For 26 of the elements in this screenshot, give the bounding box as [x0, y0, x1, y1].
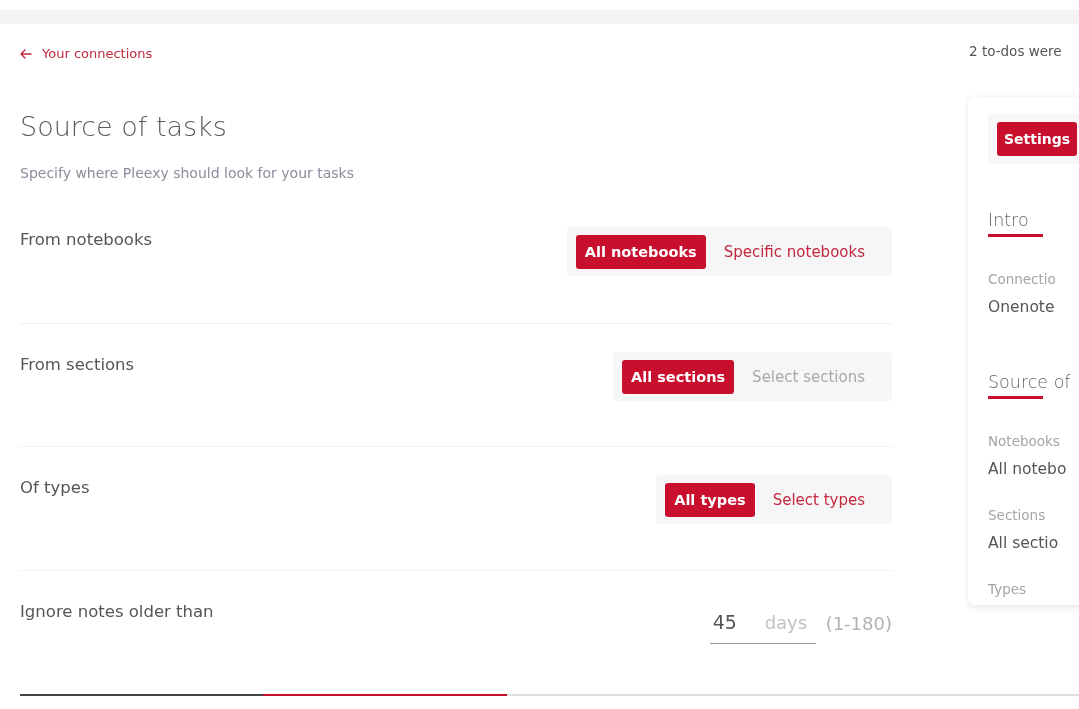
setting-label: From sections: [20, 354, 135, 375]
field-label: Types: [988, 580, 1027, 598]
field-label: Notebooks: [988, 432, 1060, 450]
field-value: Onenote: [988, 297, 1055, 318]
arrow-left-icon: [20, 49, 32, 59]
sync-status-text: 2 to-dos were: [969, 43, 1062, 59]
back-link[interactable]: Your connections: [20, 46, 153, 62]
range-hint: (1-180): [825, 612, 892, 637]
option-toggle[interactable]: All types: [665, 483, 755, 518]
field-value: All notebo: [988, 459, 1067, 480]
field-value: All sectio: [988, 533, 1059, 554]
option-toggle[interactable]: All notebooks: [575, 235, 706, 269]
section-heading: Intro: [988, 209, 1043, 237]
page-title: Source of tasks: [20, 111, 227, 143]
setting-label: Of types: [20, 478, 90, 499]
section-heading: Source of: [988, 371, 1071, 399]
days-input[interactable]: 45 days: [709, 599, 816, 645]
option-toggle[interactable]: All sections: [622, 359, 735, 394]
field-label: Connectio: [988, 270, 1056, 288]
settings-tab[interactable]: Settings: [997, 122, 1078, 156]
setting-label: From notebooks: [20, 230, 153, 250]
option-toggle[interactable]: Select types: [754, 483, 883, 518]
page-subtitle: Specify where Pleexy should look for your tasks: [20, 164, 354, 182]
option-toggle[interactable]: Specific notebooks: [705, 235, 883, 269]
setting-label: Ignore notes older than: [20, 602, 214, 623]
field-label: Sections: [988, 506, 1046, 524]
